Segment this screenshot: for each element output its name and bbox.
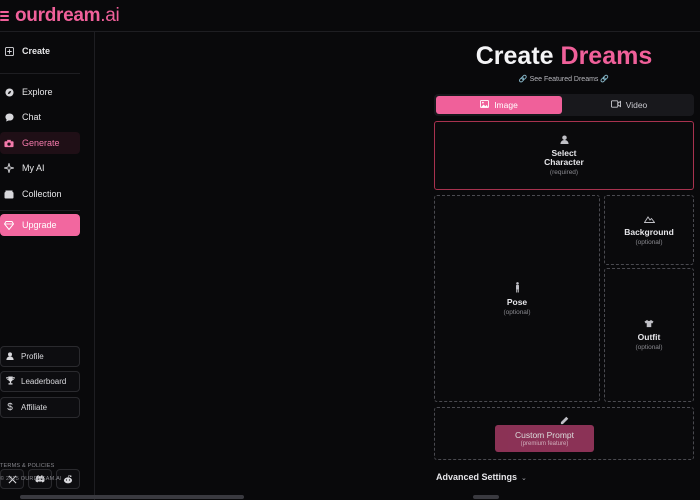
card-label: Pose bbox=[506, 296, 528, 307]
card-sublabel: (optional) bbox=[635, 344, 663, 351]
featured-dreams-link[interactable]: 🔗 See Featured Dreams 🔗 bbox=[434, 75, 694, 83]
gem-icon bbox=[4, 220, 14, 230]
sidebar-item-collection[interactable]: Collection bbox=[0, 183, 80, 205]
card-label: Custom Prompt bbox=[514, 430, 575, 440]
divider bbox=[0, 210, 80, 211]
copyright-text: © 2025 OURDREAM.AI bbox=[0, 476, 62, 482]
chat-bubble-icon bbox=[4, 112, 14, 122]
advanced-settings-toggle[interactable]: Advanced Settings ⌄ bbox=[436, 472, 527, 482]
sidebar-item-label: Create bbox=[22, 46, 51, 56]
affiliate-button[interactable]: $ Affiliate bbox=[0, 397, 80, 418]
profile-button[interactable]: Profile bbox=[0, 346, 80, 367]
terms-link[interactable]: TERMS & POLICIES bbox=[0, 463, 55, 469]
leaderboard-button[interactable]: Leaderboard bbox=[0, 371, 80, 392]
compass-icon bbox=[4, 87, 14, 97]
logo[interactable]: ourdream.ai bbox=[15, 5, 120, 27]
advanced-settings-label: Advanced Settings bbox=[436, 472, 518, 482]
card-sublabel: (optional) bbox=[503, 308, 531, 316]
top-bar: ourdream.ai bbox=[0, 0, 700, 32]
sparkle-icon bbox=[4, 163, 14, 173]
background-card[interactable]: Background (optional) bbox=[604, 195, 694, 265]
sidebar-item-explore[interactable]: Explore bbox=[0, 81, 80, 103]
horizontal-scrollbar[interactable] bbox=[20, 495, 244, 499]
sidebar-item-label: Chat bbox=[22, 112, 42, 122]
outfit-card[interactable]: Outfit (optional) bbox=[604, 268, 694, 402]
camera-icon bbox=[4, 138, 14, 148]
tab-video[interactable]: Video bbox=[566, 96, 692, 114]
link-icon: 🔗 bbox=[598, 76, 610, 83]
plus-square-icon bbox=[4, 46, 14, 56]
shirt-icon bbox=[644, 319, 654, 330]
upgrade-label: Upgrade bbox=[22, 220, 57, 230]
user-icon bbox=[559, 135, 569, 146]
hamburger-icon[interactable] bbox=[0, 11, 10, 21]
sidebar-item-chat[interactable]: Chat bbox=[0, 106, 80, 128]
divider bbox=[0, 73, 80, 74]
sidebar-item-label: Collection bbox=[22, 189, 62, 199]
mountain-icon bbox=[643, 215, 655, 225]
card-label: Character bbox=[544, 157, 584, 167]
card-sublabel: (optional) bbox=[635, 238, 663, 246]
user-icon bbox=[5, 351, 15, 362]
card-label: Outfit bbox=[637, 332, 661, 342]
page-title: Create Dreams bbox=[475, 42, 653, 70]
card-sublabel: (premium feature) bbox=[520, 441, 569, 447]
image-icon bbox=[480, 100, 490, 110]
affiliate-label: Affiliate bbox=[21, 403, 48, 412]
tab-image[interactable]: Image bbox=[436, 96, 562, 114]
card-label: Background bbox=[624, 226, 674, 237]
sidebar-item-create[interactable]: Create bbox=[0, 40, 80, 62]
pose-card[interactable]: Pose (optional) bbox=[434, 195, 600, 402]
sidebar-item-label: My AI bbox=[22, 163, 45, 173]
sidebar-item-label: Generate bbox=[22, 138, 60, 148]
card-sublabel: (required) bbox=[549, 169, 579, 176]
dollar-icon: $ bbox=[7, 402, 13, 413]
sidebar-item-label: Explore bbox=[22, 87, 53, 97]
folder-icon bbox=[4, 189, 14, 199]
figure-icon bbox=[514, 281, 521, 295]
upgrade-button[interactable]: Upgrade bbox=[0, 214, 80, 236]
select-character-card[interactable]: Select Character (required) bbox=[434, 121, 694, 190]
trophy-icon bbox=[5, 376, 15, 387]
custom-prompt-button[interactable]: Custom Prompt (premium feature) bbox=[495, 425, 594, 452]
sidebar-item-my-ai[interactable]: My AI bbox=[0, 157, 80, 179]
link-icon: 🔗 bbox=[518, 76, 530, 83]
sidebar: Create Explore Chat Generate My AI Colle… bbox=[0, 32, 95, 500]
horizontal-scrollbar[interactable] bbox=[473, 495, 499, 499]
chevron-down-icon: ⌄ bbox=[521, 475, 527, 482]
profile-label: Profile bbox=[21, 352, 44, 361]
sidebar-item-generate[interactable]: Generate bbox=[0, 132, 80, 154]
media-type-tabs: Image Video bbox=[434, 94, 694, 116]
video-icon bbox=[610, 100, 621, 110]
leaderboard-label: Leaderboard bbox=[21, 377, 67, 386]
